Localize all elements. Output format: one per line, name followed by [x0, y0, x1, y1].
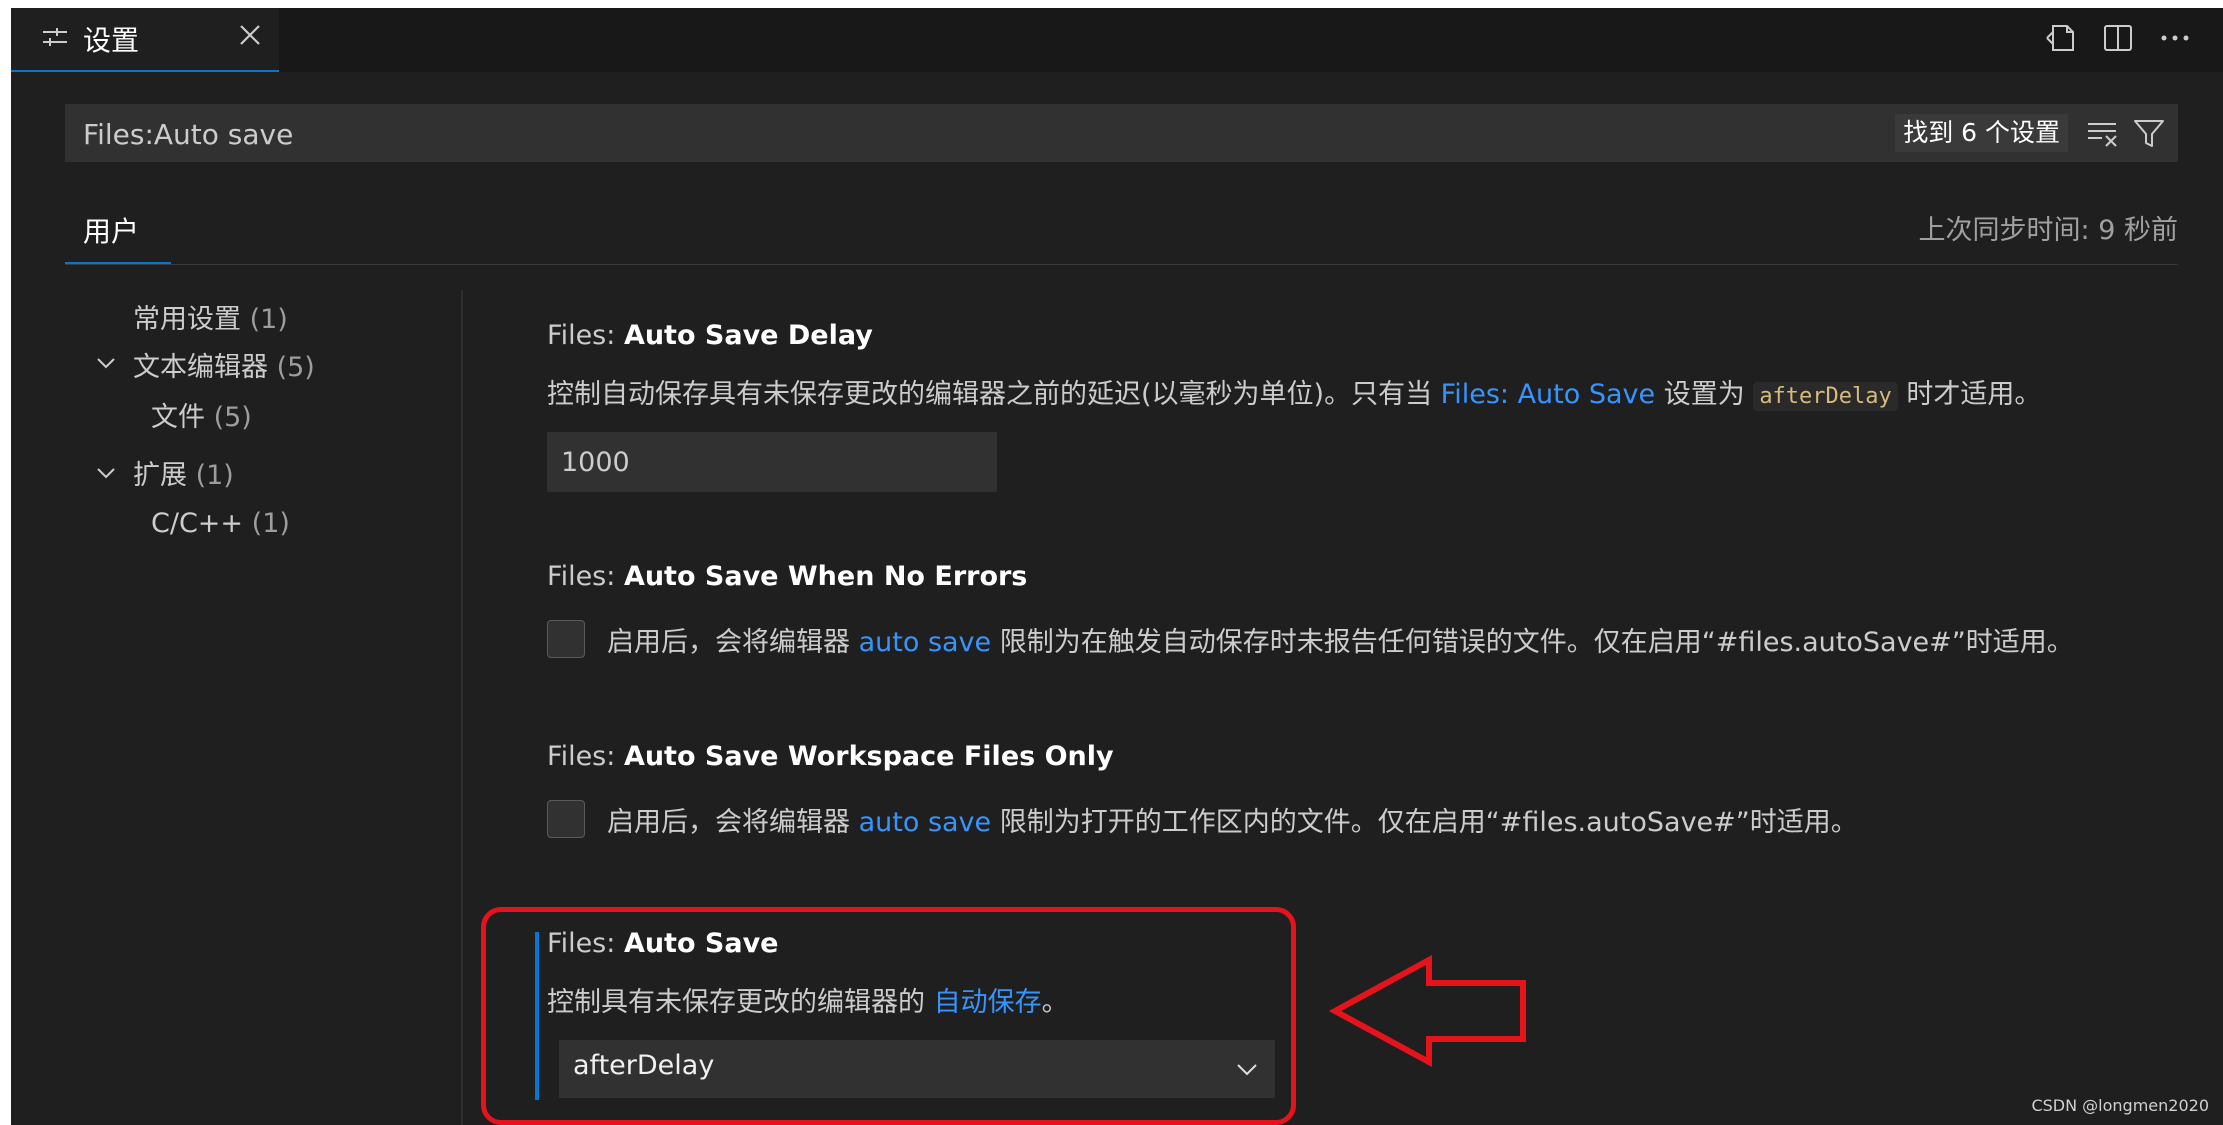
settings-search: 找到 6 个设置	[65, 104, 2178, 164]
tab-title: 设置	[83, 24, 140, 57]
setting-title-auto-save-no-errors: Files: Auto Save When No Errors	[547, 561, 1028, 592]
settings-sliders-icon	[43, 28, 67, 46]
more-actions-icon[interactable]	[2155, 18, 2195, 58]
settings-editor: 设置 找到 6 个设置	[11, 8, 2223, 1125]
open-json-icon[interactable]	[2041, 18, 2081, 58]
setting-description-auto-save-delay: 控制自动保存具有未保存更改的编辑器之前的延迟(以毫秒为单位)。只有当 Files…	[547, 379, 2042, 411]
tab-settings[interactable]: 设置	[11, 8, 279, 72]
tab-bar: 设置	[11, 8, 2223, 72]
toc-item-cpp[interactable]: C/C++ (1)	[151, 506, 290, 542]
setting-description-auto-save-no-errors: 启用后，会将编辑器 auto save 限制为在触发自动保存时未报告任何错误的文…	[607, 627, 2074, 658]
annotation-arrow-icon	[1329, 954, 1526, 1068]
toc-divider	[461, 290, 463, 1125]
search-input[interactable]	[81, 104, 1785, 164]
annotation-highlight-box	[481, 907, 1296, 1125]
sync-status: 上次同步时间: 9 秒前	[1918, 215, 2178, 246]
setting-description-auto-save-workspace: 启用后，会将编辑器 auto save 限制为打开的工作区内的文件。仅在启用“#…	[607, 807, 1858, 838]
scope-divider	[65, 264, 2178, 265]
auto-save-delay-input[interactable]	[547, 432, 997, 492]
chevron-down-icon[interactable]	[95, 352, 117, 374]
editor-actions	[2041, 18, 2211, 58]
split-editor-icon[interactable]	[2098, 18, 2138, 58]
tab-user-label: 用户	[83, 215, 140, 248]
auto-save-link[interactable]: auto save	[859, 807, 992, 838]
filter-icon[interactable]	[2132, 116, 2166, 150]
toc-item-files[interactable]: 文件 (5)	[151, 400, 252, 436]
tab-user-settings[interactable]: 用户	[65, 204, 171, 264]
setting-title-auto-save-delay: Files: Auto Save Delay	[547, 320, 873, 351]
auto-save-workspace-checkbox[interactable]	[547, 800, 585, 838]
toc-item-text-editor[interactable]: 文本编辑器 (5)	[133, 350, 315, 386]
search-result-count: 找到 6 个设置	[1895, 114, 2068, 152]
setting-title-auto-save-workspace: Files: Auto Save Workspace Files Only	[547, 741, 1114, 772]
after-delay-code: afterDelay	[1753, 382, 1898, 411]
clear-filter-icon[interactable]	[2086, 116, 2122, 150]
close-icon[interactable]	[235, 20, 265, 50]
toc-item-extensions[interactable]: 扩展 (1)	[133, 458, 234, 494]
chevron-down-icon[interactable]	[95, 462, 117, 484]
watermark: CSDN @longmen2020	[2031, 1096, 2209, 1115]
toc-item-commonly-used[interactable]: 常用设置 (1)	[133, 302, 288, 338]
auto-save-no-errors-checkbox[interactable]	[547, 620, 585, 658]
auto-save-link[interactable]: auto save	[859, 627, 992, 658]
auto-save-setting-link[interactable]: Files: Auto Save	[1441, 379, 1655, 410]
